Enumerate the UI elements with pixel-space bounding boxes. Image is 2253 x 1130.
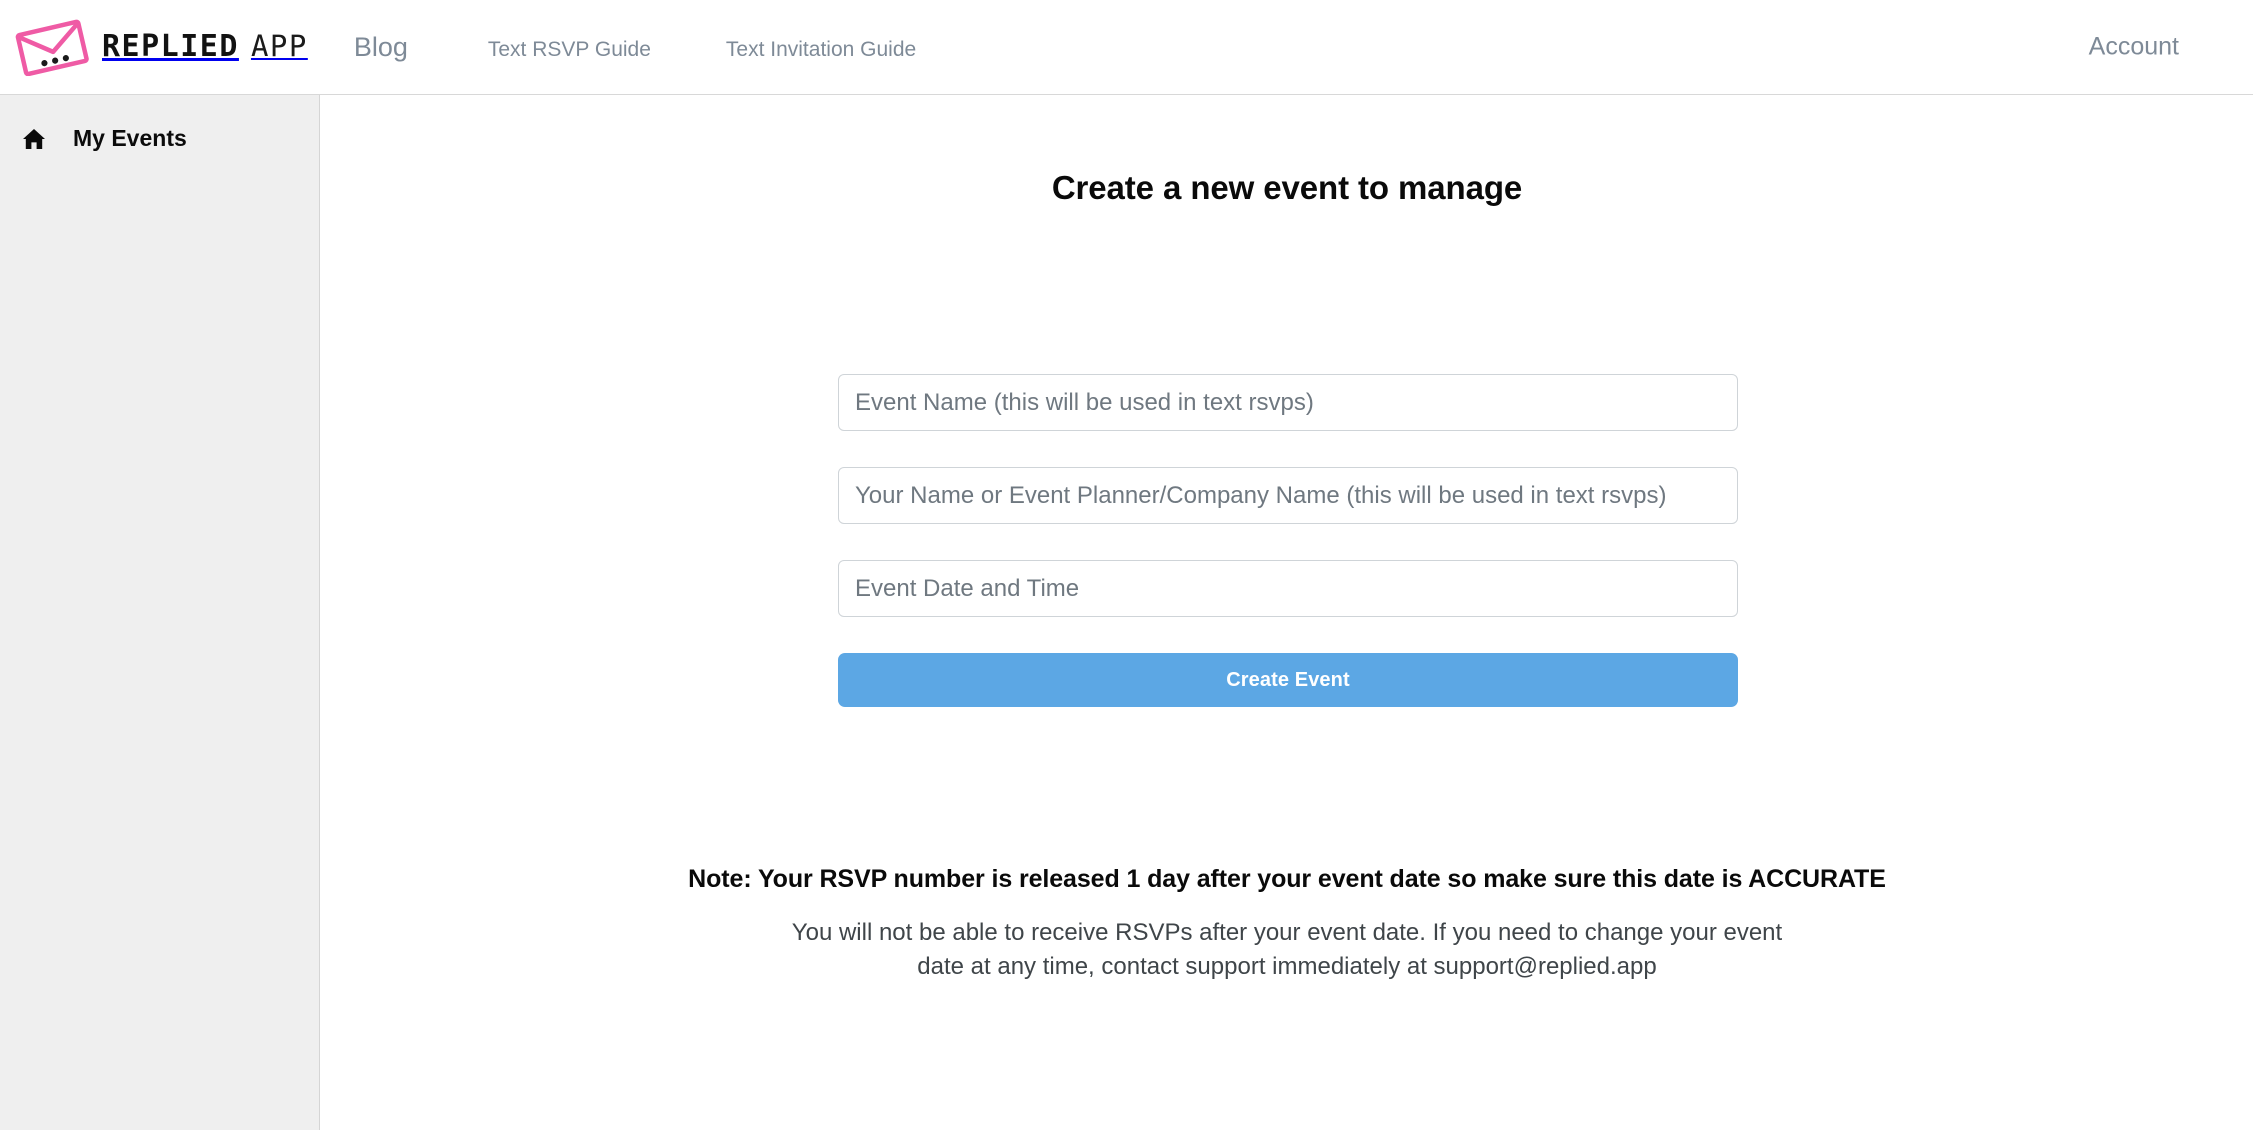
envelope-logo-icon bbox=[15, 19, 89, 76]
sidebar-item-label: My Events bbox=[73, 125, 187, 151]
create-event-button[interactable]: Create Event bbox=[838, 653, 1738, 707]
create-event-form: Create Event bbox=[838, 374, 1738, 707]
top-header: REPLIED APP Blog Text RSVP Guide Text In… bbox=[0, 0, 2253, 95]
planner-name-input[interactable] bbox=[838, 467, 1738, 524]
brand-wordmark-bold: REPLIED bbox=[102, 29, 239, 64]
main-content: Create a new event to manage Create Even… bbox=[321, 95, 2253, 1130]
brand-wordmark-light: APP bbox=[250, 29, 308, 63]
account-link[interactable]: Account bbox=[2089, 33, 2179, 62]
brand-wordmark: REPLIED APP bbox=[102, 32, 308, 62]
home-icon bbox=[23, 128, 45, 149]
page-title: Create a new event to manage bbox=[1051, 169, 1523, 206]
event-name-input[interactable] bbox=[838, 374, 1738, 431]
nav-link-text-rsvp-guide[interactable]: Text RSVP Guide bbox=[488, 38, 651, 62]
nav-link-text-invitation-guide[interactable]: Text Invitation Guide bbox=[726, 38, 916, 62]
notice-body: You will not be able to receive RSVPs af… bbox=[791, 919, 1783, 981]
event-datetime-input[interactable] bbox=[838, 560, 1738, 617]
main-nav: Blog Text RSVP Guide Text Invitation Gui… bbox=[354, 32, 991, 63]
nav-link-blog[interactable]: Blog bbox=[354, 32, 408, 63]
sidebar: My Events bbox=[0, 95, 320, 1130]
sidebar-item-my-events[interactable]: My Events bbox=[0, 95, 319, 152]
notice-headline: Note: Your RSVP number is released 1 day… bbox=[688, 865, 1886, 893]
brand-logo[interactable]: REPLIED APP bbox=[14, 16, 308, 78]
notice-block: Note: Your RSVP number is released 1 day… bbox=[321, 865, 2253, 984]
